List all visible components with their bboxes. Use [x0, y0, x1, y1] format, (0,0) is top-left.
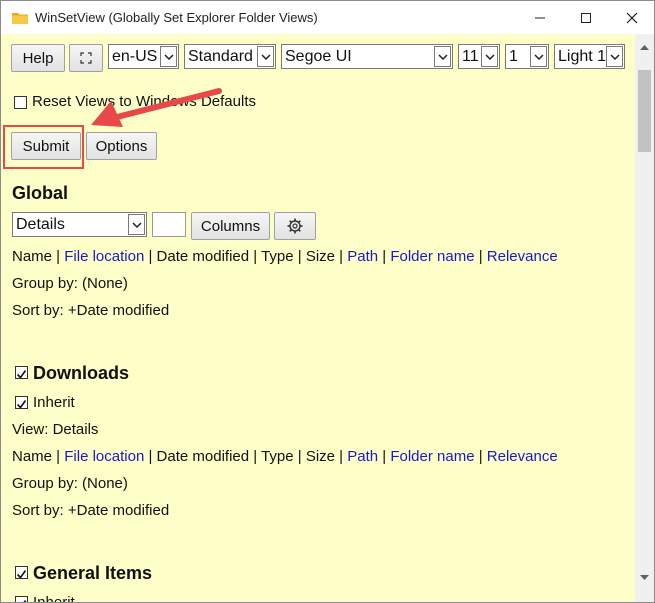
language-select[interactable]: en-US [108, 44, 179, 69]
column-type: Type [261, 448, 294, 465]
general-items-checkbox[interactable] [15, 566, 28, 579]
global-columns-line: Name | File location | Date modified | T… [12, 248, 558, 265]
chevron-down-icon [530, 46, 547, 67]
column-date-modified: Date modified [156, 448, 250, 465]
folder-icon [12, 13, 28, 24]
column-file-location-link[interactable]: File location [64, 448, 144, 465]
downloads-checkbox[interactable] [15, 366, 28, 379]
chevron-down-icon [128, 214, 145, 235]
title-bar: WinSetView (Globally Set Explorer Folder… [1, 1, 654, 34]
close-button[interactable] [609, 1, 654, 34]
column-size: Size [305, 248, 336, 265]
column-folder-name-link[interactable]: Folder name [390, 448, 474, 465]
general-items-inherit-checkbox[interactable] [15, 596, 28, 602]
font-select[interactable]: Segoe UI [281, 44, 453, 69]
downloads-columns-line: Name | File location | Date modified | T… [12, 448, 558, 465]
spacing-select[interactable]: 1 [505, 44, 549, 69]
scroll-thumb[interactable] [638, 70, 651, 152]
column-size: Size [305, 448, 336, 465]
fullscreen-button[interactable] [69, 44, 103, 72]
font-value: Segoe UI [285, 47, 352, 65]
column-relevance-link[interactable]: Relevance [487, 448, 558, 465]
global-heading: Global [12, 183, 69, 203]
theme-value: Light 1 [558, 47, 607, 65]
downloads-heading: Downloads [33, 363, 130, 383]
checkmark-icon [16, 570, 27, 579]
chevron-down-icon [257, 46, 274, 67]
app-window: WinSetView (Globally Set Explorer Folder… [0, 0, 655, 603]
font-size-value: 11 [462, 47, 479, 65]
minimize-button[interactable] [517, 1, 563, 34]
gear-icon [287, 218, 303, 234]
vertical-scrollbar[interactable] [635, 34, 654, 602]
chevron-down-icon [606, 46, 623, 67]
checkmark-icon [16, 400, 27, 409]
general-items-inherit-label: Inherit [33, 594, 75, 602]
settings-button[interactable] [274, 212, 316, 240]
mode-value: Standard [188, 47, 253, 65]
chevron-down-icon [481, 46, 498, 67]
chevron-down-icon [160, 46, 177, 67]
theme-select[interactable]: Light 1 [554, 44, 625, 69]
checkmark-icon [23, 600, 27, 602]
downloads-group-by: Group by: (None) [12, 475, 128, 492]
downloads-inherit-checkbox[interactable] [15, 396, 28, 409]
downloads-view: View: Details [12, 421, 99, 438]
global-group-by: Group by: (None) [12, 275, 128, 292]
general-items-heading: General Items [33, 563, 153, 583]
maximize-icon [581, 12, 591, 23]
column-relevance-link[interactable]: Relevance [487, 248, 558, 265]
minimize-icon [535, 17, 545, 18]
scroll-up-icon[interactable] [639, 44, 650, 51]
column-file-location-link[interactable]: File location [64, 248, 144, 265]
downloads-sort-by: Sort by: +Date modified [12, 502, 170, 519]
scroll-down-icon[interactable] [639, 574, 650, 581]
options-button[interactable]: Options [86, 132, 157, 160]
fullscreen-icon [80, 52, 92, 64]
global-sort-by: Sort by: +Date modified [12, 302, 170, 319]
annotation-arrow-icon [91, 88, 222, 127]
column-path-link[interactable]: Path [347, 248, 378, 265]
language-value: en-US [112, 47, 158, 65]
column-path-link[interactable]: Path [347, 448, 378, 465]
help-button[interactable]: Help [11, 44, 65, 72]
spacing-value: 1 [509, 47, 518, 65]
font-size-select[interactable]: 11 [458, 44, 500, 69]
close-icon [626, 12, 638, 23]
reset-checkbox[interactable] [14, 96, 27, 109]
checkmark-icon [16, 370, 27, 379]
downloads-inherit-label: Inherit [33, 394, 75, 411]
column-name: Name [12, 448, 53, 465]
global-view-select[interactable]: Details [12, 212, 147, 237]
maximize-button[interactable] [563, 1, 609, 34]
global-view-value: Details [16, 215, 65, 233]
column-folder-name-link[interactable]: Folder name [390, 248, 474, 265]
global-icon-size-field[interactable] [152, 212, 186, 237]
window-title: WinSetView (Globally Set Explorer Folder… [35, 10, 318, 25]
chevron-down-icon [434, 46, 451, 67]
mode-select[interactable]: Standard [184, 44, 276, 69]
columns-button[interactable]: Columns [191, 212, 270, 240]
column-name: Name [12, 248, 53, 265]
column-date-modified: Date modified [156, 248, 250, 265]
column-type: Type [261, 248, 294, 265]
highlight-box [3, 125, 84, 169]
